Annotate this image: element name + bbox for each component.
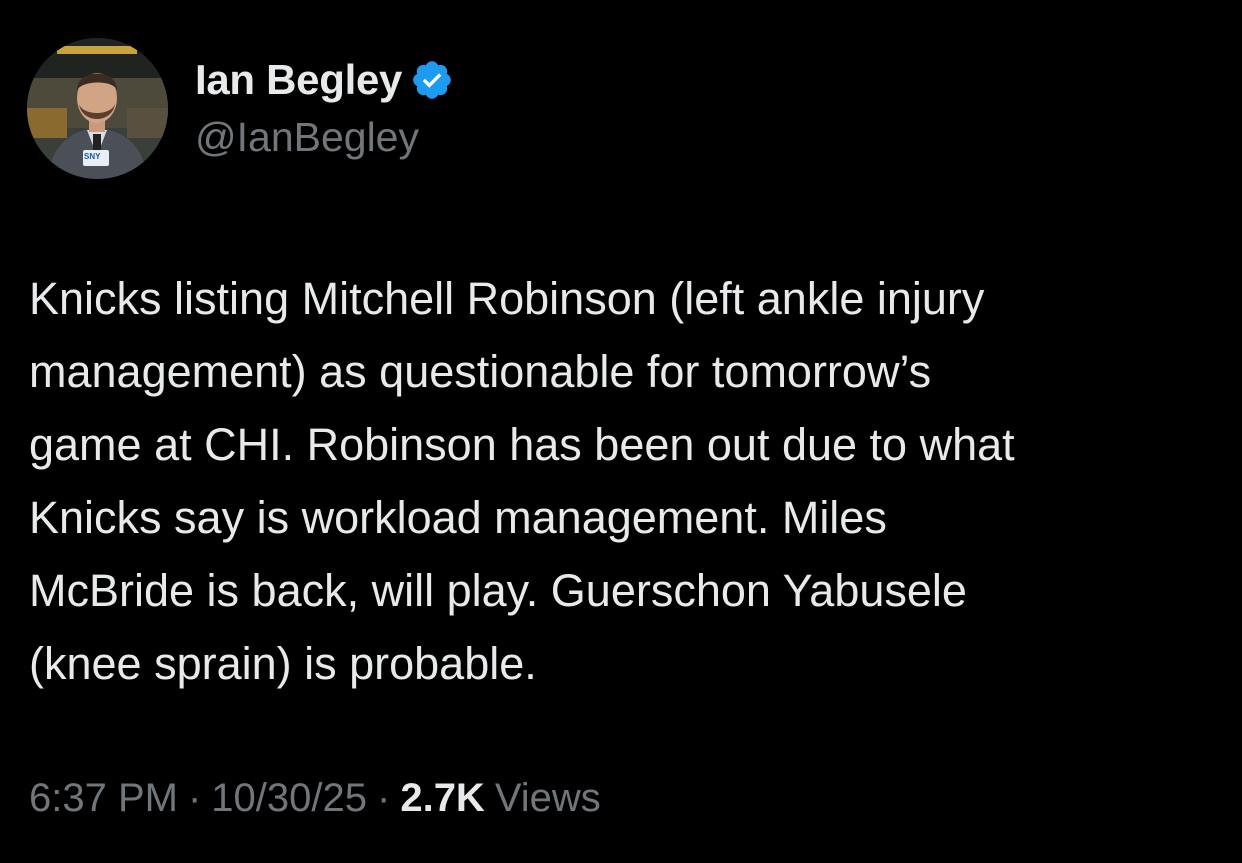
verified-badge-icon xyxy=(410,58,454,102)
author-name-row[interactable]: Ian Begley xyxy=(195,54,454,106)
author-display-name[interactable]: Ian Begley xyxy=(195,56,402,104)
meta-separator: · xyxy=(187,776,202,820)
views-label: Views xyxy=(494,776,601,820)
tweet-card: SNY Ian Begley @IanBegley Knicks listing… xyxy=(0,0,1242,863)
tweet-text-line: (knee sprain) is probable. xyxy=(29,638,537,689)
tweet-text-line: Knicks listing Mitchell Robinson (left a… xyxy=(29,273,985,324)
tweet-text-line: Knicks say is workload management. Miles xyxy=(29,492,887,543)
author-handle[interactable]: @IanBegley xyxy=(195,114,419,161)
avatar[interactable]: SNY xyxy=(27,38,168,179)
tweet-time[interactable]: 6:37 PM xyxy=(29,776,178,821)
tweet-meta: 6:37 PM · 10/30/25 · 2.7K Views xyxy=(29,776,601,821)
avatar-logo-text: SNY xyxy=(84,152,101,161)
tweet-text: Knicks listing Mitchell Robinson (left a… xyxy=(29,262,1219,700)
tweet-text-line: management) as questionable for tomorrow… xyxy=(29,346,932,397)
tweet-text-line: game at CHI. Robinson has been out due t… xyxy=(29,419,1015,470)
tweet-date[interactable]: 10/30/25 xyxy=(211,776,367,821)
views-count[interactable]: 2.7K xyxy=(400,776,485,821)
meta-separator: · xyxy=(377,776,391,820)
tweet-text-line: McBride is back, will play. Guerschon Ya… xyxy=(29,565,967,616)
